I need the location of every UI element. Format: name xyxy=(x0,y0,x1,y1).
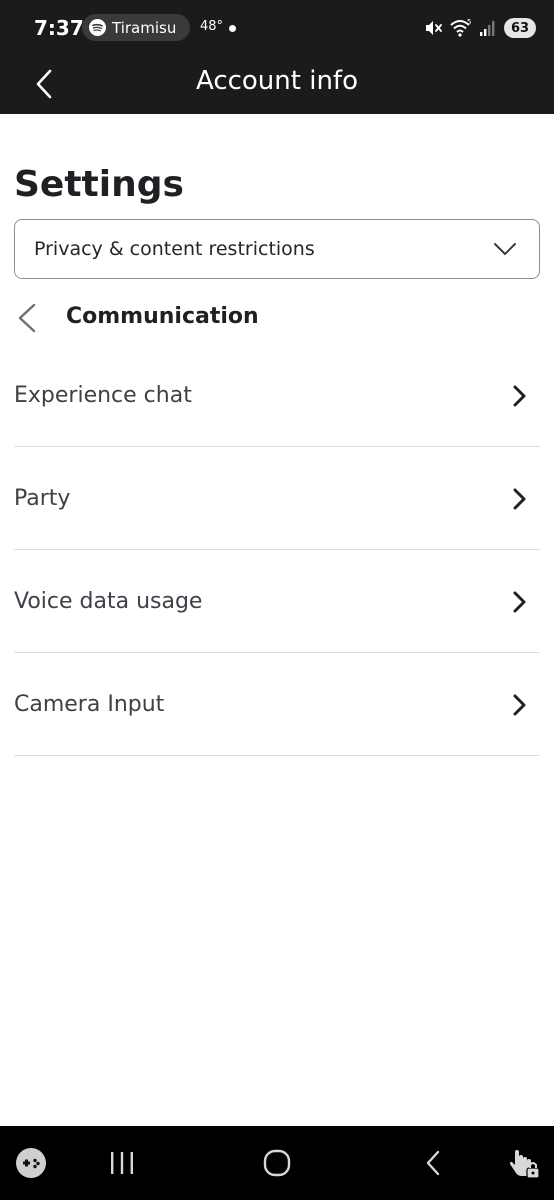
settings-category-dropdown[interactable]: Privacy & content restrictions xyxy=(14,219,540,279)
chevron-right-icon xyxy=(513,488,526,510)
battery-icon: 63 xyxy=(504,18,536,38)
chevron-right-icon xyxy=(513,694,526,716)
chevron-down-icon xyxy=(494,243,516,255)
list-item-party[interactable]: Party xyxy=(14,447,540,550)
settings-list: Experience chat Party Voice data usage C… xyxy=(14,344,540,756)
list-item-label: Experience chat xyxy=(14,382,192,408)
wifi-icon: 5 xyxy=(450,18,471,37)
top-bar: 7:37 Tiramisu 48° 5 63 Account info xyxy=(0,0,554,114)
section-title: Communication xyxy=(66,304,259,329)
chevron-left-icon xyxy=(18,303,36,333)
notification-dot xyxy=(229,25,236,32)
game-launcher-icon xyxy=(16,1148,46,1178)
touch-lock-icon xyxy=(510,1150,540,1179)
svg-text:5: 5 xyxy=(467,18,471,26)
dropdown-selected-value: Privacy & content restrictions xyxy=(34,238,315,260)
back-icon xyxy=(426,1150,440,1176)
chevron-right-icon xyxy=(513,385,526,407)
section-back-button[interactable] xyxy=(14,302,42,334)
status-time: 7:37 xyxy=(34,16,84,40)
system-navigation-bar xyxy=(0,1126,554,1200)
list-item-camera-input[interactable]: Camera Input xyxy=(14,653,540,756)
touch-lock-button[interactable] xyxy=(506,1146,542,1180)
list-item-label: Camera Input xyxy=(14,691,165,717)
list-item-voice-data-usage[interactable]: Voice data usage xyxy=(14,550,540,653)
home-icon xyxy=(263,1149,291,1177)
list-item-label: Voice data usage xyxy=(14,588,203,614)
app-bar-title: Account info xyxy=(195,66,358,96)
home-button[interactable] xyxy=(260,1146,294,1180)
mute-icon xyxy=(426,21,442,35)
weather-temperature: 48° xyxy=(200,19,224,34)
page-title: Settings xyxy=(14,164,184,205)
chevron-right-icon xyxy=(513,591,526,613)
spotify-icon xyxy=(89,19,106,36)
system-back-button[interactable] xyxy=(418,1146,448,1180)
app-bar: Account info xyxy=(0,56,554,114)
status-bar: 7:37 Tiramisu 48° 5 63 xyxy=(0,0,554,56)
section-header: Communication xyxy=(14,298,414,338)
list-item-label: Party xyxy=(14,485,71,511)
game-launcher-button[interactable] xyxy=(14,1146,48,1180)
recent-apps-icon xyxy=(111,1152,133,1174)
signal-icon xyxy=(480,21,495,36)
spotify-media-pill[interactable]: Tiramisu xyxy=(82,14,190,41)
list-item-experience-chat[interactable]: Experience chat xyxy=(14,344,540,447)
recent-apps-button[interactable] xyxy=(106,1146,138,1180)
status-icons: 5 63 xyxy=(423,15,536,41)
spotify-track-label: Tiramisu xyxy=(112,18,177,37)
